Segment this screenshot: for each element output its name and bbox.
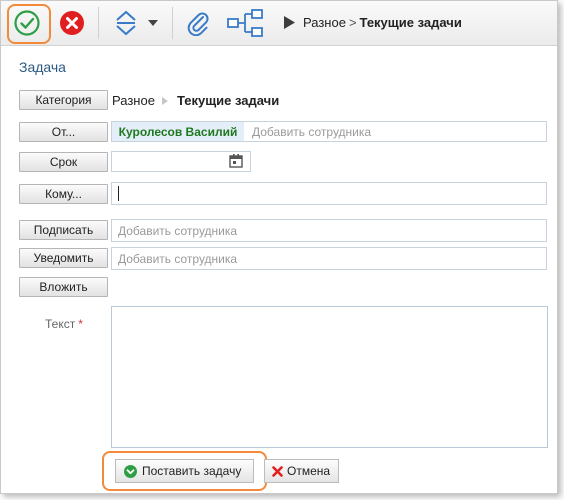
deadline-button[interactable]: Срок xyxy=(19,152,108,172)
task-window: Разное > Текущие задачи Задача Категория… xyxy=(0,0,558,494)
calendar-button[interactable] xyxy=(229,154,243,168)
hierarchy-button[interactable] xyxy=(225,7,265,39)
cancel-task-button[interactable] xyxy=(57,8,87,38)
toolbar-separator xyxy=(172,7,173,39)
from-selected-employee[interactable]: Куролесов Василий xyxy=(112,122,244,141)
breadcrumb-current: Текущие задачи xyxy=(359,15,462,30)
notify-button[interactable]: Уведомить xyxy=(19,248,108,268)
breadcrumb-parent[interactable]: Разное xyxy=(303,15,346,30)
breadcrumb-separator: > xyxy=(348,15,357,30)
paperclip-icon xyxy=(187,12,209,36)
close-circle-icon xyxy=(60,11,84,35)
sign-add-employee-placeholder[interactable]: Добавить сотрудника xyxy=(118,224,237,238)
from-add-employee-placeholder[interactable]: Добавить сотрудника xyxy=(252,125,371,139)
to-button[interactable]: Кому... xyxy=(19,184,108,204)
toolbar: Разное > Текущие задачи xyxy=(1,1,557,46)
submit-task-button[interactable]: Поставить задачу xyxy=(115,459,254,483)
check-circle-icon xyxy=(14,10,40,36)
breadcrumb: Разное > Текущие задачи xyxy=(283,15,462,30)
to-input[interactable] xyxy=(111,182,547,205)
close-icon xyxy=(272,465,283,477)
submit-task-label: Поставить задачу xyxy=(142,464,242,478)
attach-file-button[interactable]: Вложить xyxy=(19,277,108,297)
text-label: Текст * xyxy=(45,317,83,331)
category-path: Разное Текущие задачи xyxy=(112,93,279,108)
play-icon xyxy=(284,16,295,29)
save-button[interactable] xyxy=(11,7,43,39)
priority-button[interactable] xyxy=(113,10,139,36)
category-button[interactable]: Категория xyxy=(19,90,108,110)
sign-button[interactable]: Подписать xyxy=(19,220,108,240)
hierarchy-icon xyxy=(227,9,263,37)
chevron-down-circle-icon xyxy=(124,464,137,478)
page-title: Задача xyxy=(19,59,66,75)
toolbar-separator xyxy=(98,7,99,39)
calendar-icon xyxy=(229,154,243,168)
cancel-button[interactable]: Отмена xyxy=(264,459,339,483)
notify-add-employee-placeholder[interactable]: Добавить сотрудника xyxy=(118,252,237,266)
attach-button[interactable] xyxy=(184,9,212,37)
cancel-label: Отмена xyxy=(287,464,331,478)
category-current: Текущие задачи xyxy=(176,93,280,108)
required-mark: * xyxy=(78,317,83,331)
priority-dropdown[interactable] xyxy=(147,17,159,29)
small-arrow-icon xyxy=(161,96,168,105)
chevron-down-icon xyxy=(148,20,158,26)
text-area[interactable] xyxy=(111,306,548,448)
from-button[interactable]: От... xyxy=(19,122,108,142)
sort-arrows-icon xyxy=(116,10,136,36)
text-label-caption: Текст xyxy=(45,317,76,331)
category-parent[interactable]: Разное xyxy=(112,93,155,108)
text-cursor xyxy=(118,186,119,201)
